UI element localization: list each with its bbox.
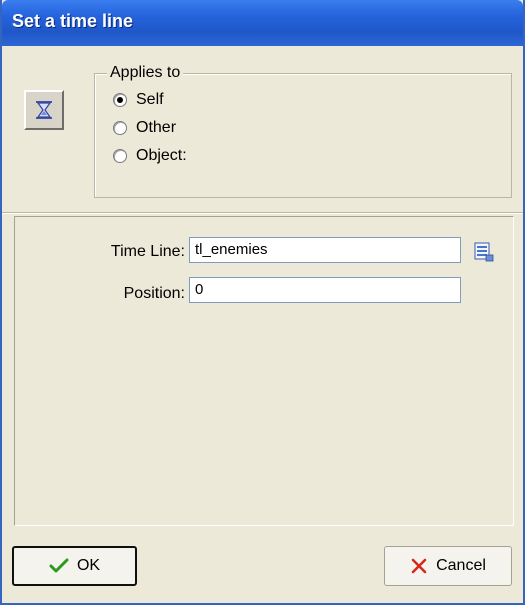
cancel-button[interactable]: Cancel [384, 546, 512, 586]
radio-object-button[interactable] [113, 149, 127, 163]
hourglass-icon [36, 101, 52, 119]
radio-self[interactable]: Self [113, 89, 164, 111]
radio-other-label: Other [136, 119, 177, 136]
position-input[interactable]: 0 [189, 277, 461, 303]
ok-label: OK [76, 557, 101, 574]
radio-self-label: Self [136, 91, 164, 108]
radio-other-button[interactable] [113, 121, 127, 135]
applies-to-group: Applies to Self Other Object: [94, 64, 512, 198]
position-label: Position: [123, 285, 185, 302]
browse-list-icon[interactable] [474, 242, 494, 262]
cancel-label: Cancel [436, 557, 486, 574]
time-line-input[interactable]: tl_enemies [189, 237, 461, 263]
radio-other[interactable]: Other [113, 117, 176, 139]
applies-to-panel: Applies to Self Other Object: [6, 52, 518, 208]
dialog-window: Set a time line Applies to Self Other Ob… [0, 0, 525, 605]
hourglass-button[interactable] [24, 90, 64, 130]
radio-object-label: Object: [136, 147, 187, 164]
window-title: Set a time line [12, 11, 134, 31]
time-line-label: Time Line: [110, 243, 185, 260]
arguments-panel: Time Line: tl_enemies Position: 0 [14, 216, 514, 526]
title-bar[interactable]: Set a time line [2, 0, 523, 46]
ok-button[interactable]: OK [12, 546, 137, 586]
radio-self-button[interactable] [113, 93, 127, 107]
checkmark-icon [49, 558, 69, 573]
divider [2, 212, 523, 214]
x-mark-icon [411, 558, 427, 574]
applies-to-legend: Applies to [107, 64, 184, 82]
radio-object[interactable]: Object: [113, 145, 187, 167]
